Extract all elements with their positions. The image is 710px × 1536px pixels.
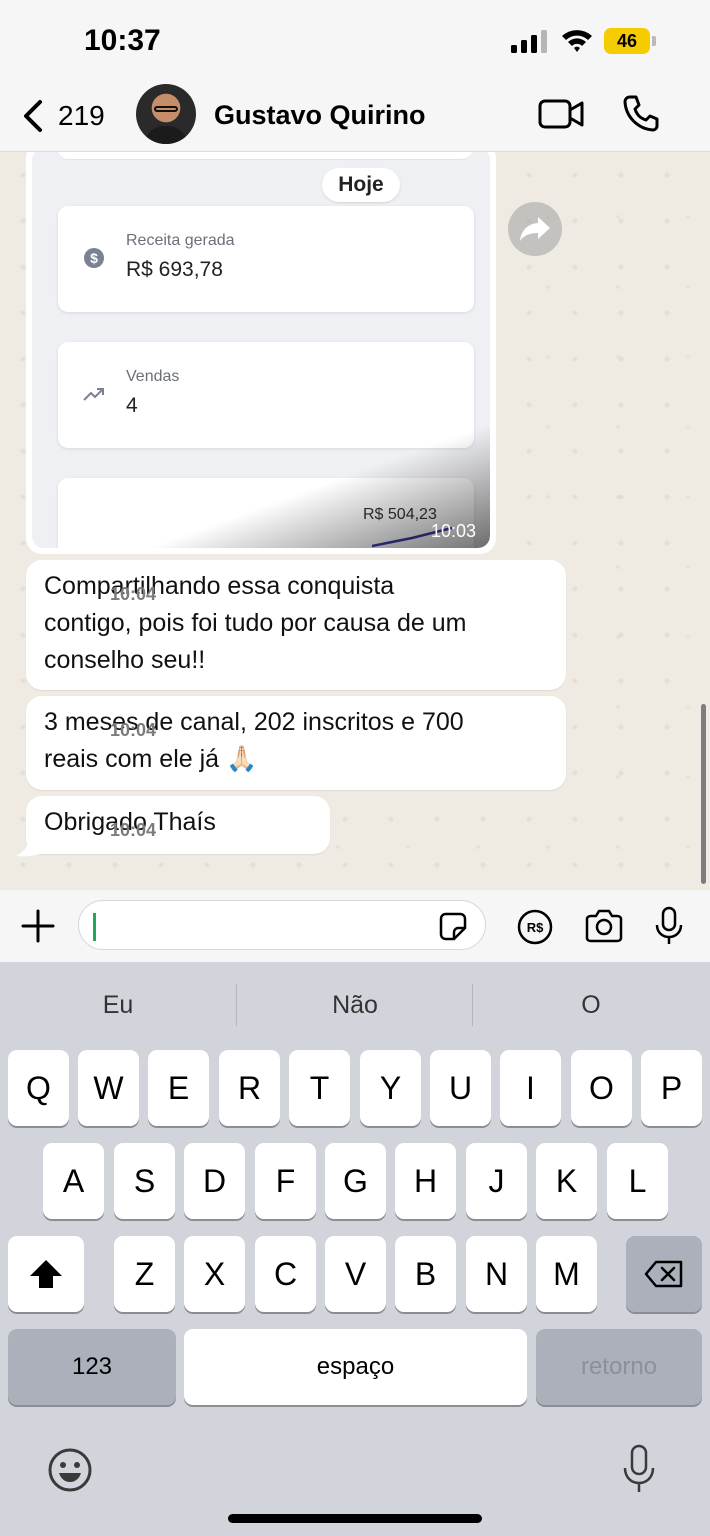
return-key[interactable]: retorno: [536, 1329, 702, 1405]
sales-card: Vendas 4: [58, 342, 474, 448]
battery-indicator: 46: [604, 28, 656, 54]
chevron-left-icon[interactable]: [18, 96, 48, 136]
battery-nub: [652, 36, 656, 46]
forward-button[interactable]: [508, 202, 562, 256]
key[interactable]: G: [325, 1143, 386, 1219]
key[interactable]: W: [78, 1050, 139, 1126]
key[interactable]: V: [325, 1236, 386, 1312]
key[interactable]: P: [641, 1050, 702, 1126]
home-indicator: [228, 1514, 482, 1523]
dashboard-screenshot[interactable]: Hoje $ Receita gerada R$ 693,78 Vendas 4…: [32, 152, 490, 548]
key[interactable]: F: [255, 1143, 316, 1219]
backspace-icon: [644, 1260, 683, 1288]
key[interactable]: N: [466, 1236, 527, 1312]
message-time: 10:04: [110, 820, 157, 840]
chat-header: 219 Gustavo Quirino: [0, 80, 710, 152]
card-edge: [58, 152, 472, 160]
dollar-icon: $: [84, 248, 104, 268]
battery-level: 46: [604, 28, 650, 54]
key[interactable]: S: [114, 1143, 175, 1219]
forward-icon: [520, 217, 550, 241]
trending-up-icon: [83, 388, 104, 401]
wifi-icon: [562, 30, 592, 52]
key[interactable]: C: [255, 1236, 316, 1312]
key[interactable]: Y: [360, 1050, 421, 1126]
status-bar: 10:37 46: [0, 0, 710, 80]
delete-key[interactable]: [626, 1236, 702, 1312]
camera-icon[interactable]: [584, 908, 624, 944]
key[interactable]: Z: [114, 1236, 175, 1312]
message-input[interactable]: [78, 900, 486, 950]
revenue-value: R$ 693,78: [126, 258, 223, 281]
key[interactable]: M: [536, 1236, 597, 1312]
key[interactable]: D: [184, 1143, 245, 1219]
phone-icon[interactable]: [622, 94, 660, 132]
suggestion[interactable]: O: [473, 980, 709, 1030]
scrollbar[interactable]: [701, 704, 706, 884]
message-bubble[interactable]: Compartilhando essa conquista contigo, p…: [26, 560, 566, 690]
plus-icon[interactable]: [20, 908, 56, 944]
key[interactable]: H: [395, 1143, 456, 1219]
sales-value: 4: [126, 394, 138, 417]
key[interactable]: I: [500, 1050, 561, 1126]
dictation-mic-icon[interactable]: [622, 1444, 656, 1494]
image-message[interactable]: Hoje $ Receita gerada R$ 693,78 Vendas 4…: [26, 152, 496, 554]
microphone-icon[interactable]: [654, 906, 684, 946]
chat-area[interactable]: Hoje $ Receita gerada R$ 693,78 Vendas 4…: [0, 152, 710, 890]
shift-icon: [30, 1260, 62, 1288]
chart-amount: R$ 504,23: [363, 506, 437, 523]
space-key[interactable]: espaço: [184, 1329, 527, 1405]
back-unread-count[interactable]: 219: [58, 100, 105, 132]
contact-avatar[interactable]: [136, 84, 196, 144]
suggestion[interactable]: Eu: [0, 980, 236, 1030]
contact-name[interactable]: Gustavo Quirino: [214, 100, 426, 131]
video-camera-icon[interactable]: [538, 96, 584, 132]
message-time: 10:04: [110, 584, 157, 604]
key[interactable]: O: [571, 1050, 632, 1126]
text-caret: [93, 913, 96, 941]
revenue-card: $ Receita gerada R$ 693,78: [58, 206, 474, 312]
key[interactable]: A: [43, 1143, 104, 1219]
key[interactable]: Q: [8, 1050, 69, 1126]
key[interactable]: J: [466, 1143, 527, 1219]
day-chip: Hoje: [322, 168, 400, 202]
avatar-glasses: [154, 106, 178, 112]
key[interactable]: T: [289, 1050, 350, 1126]
message-composer: R$: [0, 890, 710, 962]
revenue-label: Receita gerada: [126, 232, 235, 249]
key[interactable]: U: [430, 1050, 491, 1126]
sales-label: Vendas: [126, 368, 180, 385]
brl-payment-icon[interactable]: R$: [516, 908, 554, 946]
shift-key[interactable]: [8, 1236, 84, 1312]
numbers-key[interactable]: 123: [8, 1329, 176, 1405]
status-time: 10:37: [84, 24, 161, 57]
bubble-tail: [16, 840, 40, 857]
sticker-icon[interactable]: [437, 911, 469, 943]
message-time: 10:03: [430, 521, 476, 541]
key[interactable]: R: [219, 1050, 280, 1126]
svg-text:R$: R$: [527, 920, 544, 935]
key[interactable]: B: [395, 1236, 456, 1312]
svg-text:$: $: [90, 250, 98, 266]
key[interactable]: L: [607, 1143, 668, 1219]
key[interactable]: K: [536, 1143, 597, 1219]
key[interactable]: X: [184, 1236, 245, 1312]
message-time: 10:04: [110, 720, 157, 740]
message-bubble[interactable]: 3 meses de canal, 202 inscritos e 700 re…: [26, 696, 566, 790]
key[interactable]: E: [148, 1050, 209, 1126]
avatar-shirt: [144, 126, 188, 144]
cellular-signal-icon: [511, 30, 547, 53]
emoji-icon[interactable]: [46, 1446, 94, 1494]
keyboard: Eu Não O Q W E R T Y U I O P A S D F G H…: [0, 962, 710, 1536]
suggestion[interactable]: Não: [237, 980, 473, 1030]
message-bubble[interactable]: Obrigado Thaís 10:04: [26, 796, 330, 854]
